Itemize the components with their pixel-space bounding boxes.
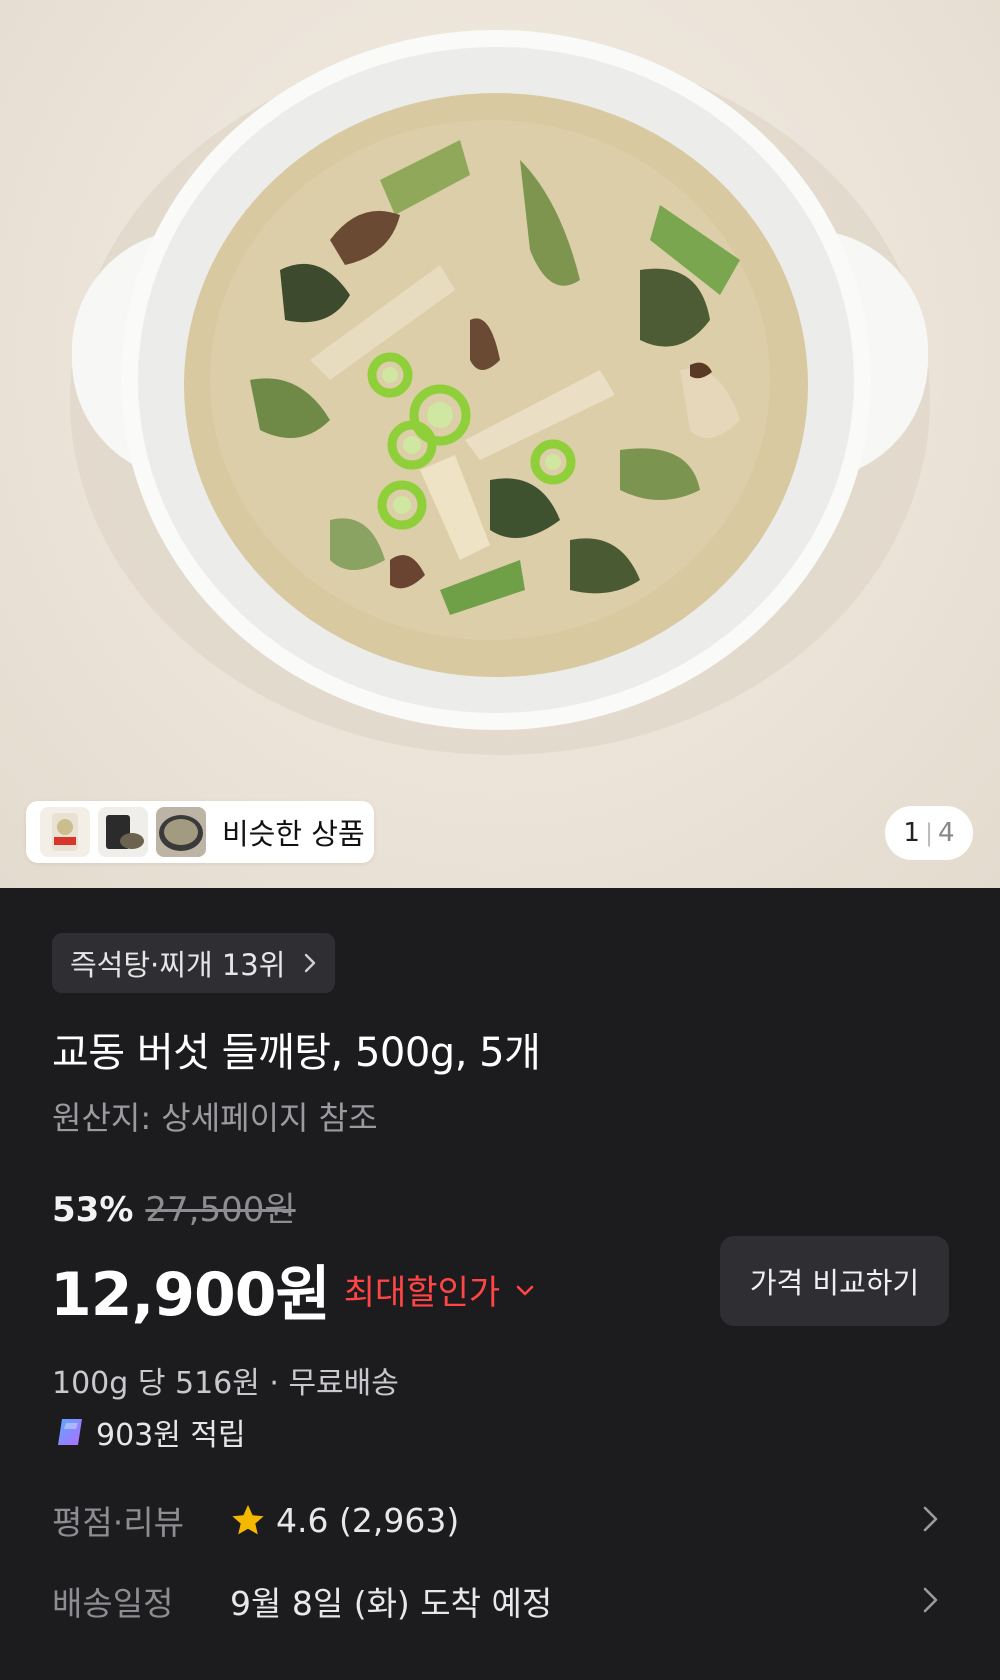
product-photo (70, 30, 930, 755)
delivery-label: 배송일정 (52, 1584, 174, 1623)
rating-review-row[interactable]: 평점·리뷰 4.6 (2,963) (52, 1495, 948, 1545)
max-discount-toggle[interactable]: 최대할인가 (344, 1265, 500, 1314)
chevron-right-icon (305, 953, 316, 973)
product-image-gallery[interactable]: 비슷한 상품 1 | 4 (0, 0, 1000, 888)
discount-percent: 53% (52, 1190, 134, 1230)
page-current: 1 (903, 818, 920, 848)
image-page-indicator: 1 | 4 (885, 806, 973, 860)
similar-products-button[interactable]: 비슷한 상품 (26, 801, 374, 863)
chevron-right-icon (923, 1587, 938, 1613)
product-info-section: 즉석탕·찌개 13위 교동 버섯 들깨탕, 500g, 5개 원산지: 상세페이… (0, 888, 1000, 1680)
points-label: 903원 적립 (96, 1418, 246, 1453)
price-compare-button[interactable]: 가격 비교하기 (720, 1236, 949, 1326)
similar-product-thumbnail (98, 807, 148, 857)
original-price: 27,500원 (145, 1190, 296, 1230)
similar-product-thumbnail (40, 807, 90, 857)
delivery-schedule-row[interactable]: 배송일정 9월 8일 (화) 도착 예정 (52, 1576, 948, 1626)
page-total: 4 (938, 818, 955, 848)
chevron-right-icon (923, 1506, 938, 1532)
unit-price-shipping: 100g 당 516원 · 무료배송 (52, 1366, 399, 1401)
discount-row: 53% 27,500원 (52, 1182, 296, 1231)
price-row: 12,900원 최대할인가 (50, 1246, 536, 1333)
product-origin: 원산지: 상세페이지 참조 (52, 1099, 378, 1137)
points-coin-icon (58, 1419, 82, 1445)
product-title: 교동 버섯 들깨탕, 500g, 5개 (52, 1030, 541, 1076)
rank-badge-label: 즉석탕·찌개 13위 (70, 948, 286, 982)
similar-products-label: 비슷한 상품 (222, 817, 365, 851)
page-separator: | (924, 819, 934, 847)
delivery-value: 9월 8일 (화) 도착 예정 (230, 1584, 553, 1623)
similar-product-thumbnail (156, 807, 206, 857)
chevron-down-icon[interactable] (514, 1279, 536, 1301)
rating-label: 평점·리뷰 (52, 1503, 184, 1542)
rating-value-wrap: 4.6 (2,963) (230, 1501, 459, 1540)
sale-price: 12,900원 (50, 1260, 331, 1330)
star-icon (232, 1505, 264, 1535)
reward-points: 903원 적립 (52, 1410, 246, 1454)
category-rank-badge[interactable]: 즉석탕·찌개 13위 (52, 933, 336, 993)
rating-value: 4.6 (2,963) (276, 1500, 460, 1540)
